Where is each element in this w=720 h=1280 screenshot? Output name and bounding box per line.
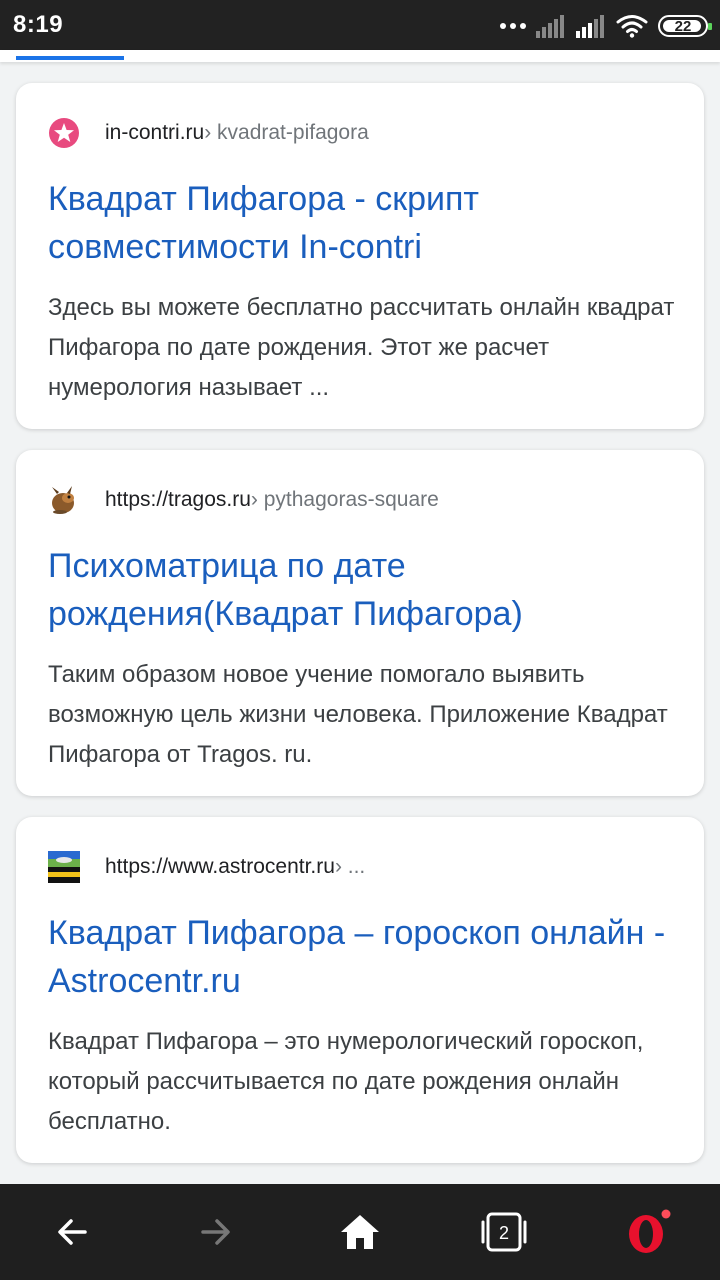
result-title-link[interactable]: Квадрат Пифагора - скрипт совместимости … (48, 175, 668, 271)
forward-button[interactable] (192, 1208, 240, 1256)
status-icons: 22 (500, 12, 712, 40)
arrow-right-icon (201, 1219, 230, 1245)
result-snippet: Квадрат Пифагора – это нумерологический … (48, 1028, 644, 1135)
arrow-left-icon (58, 1219, 87, 1245)
result-domain: https://tragos.ru (105, 488, 251, 511)
battery-level: 22 (674, 17, 692, 35)
result-source[interactable]: https://www.astrocentr.ru › ... (48, 851, 366, 883)
search-result-card[interactable]: https://www.astrocentr.ru › ... Квадрат … (16, 817, 704, 1163)
star-favicon-icon (48, 117, 80, 149)
battery-icon: 22 (658, 15, 712, 37)
tabs-count: 2 (499, 1223, 509, 1243)
wifi-icon (616, 15, 648, 38)
opera-logo-icon (629, 1209, 671, 1253)
result-breadcrumb: › kvadrat-pifagora (204, 121, 369, 144)
status-bar: 8:19 22 (0, 0, 720, 50)
signal-2-icon (576, 15, 604, 38)
result-source[interactable]: in-contri.ru › kvadrat-pifagora (48, 118, 369, 148)
home-button[interactable] (336, 1208, 384, 1256)
result-breadcrumb: › pythagoras-square (250, 488, 439, 511)
result-domain: https://www.astrocentr.ru (105, 855, 335, 878)
result-domain: in-contri.ru (105, 121, 205, 144)
result-snippet: Здесь вы можете бесплатно рассчитать онл… (48, 294, 675, 401)
home-icon (341, 1215, 379, 1249)
back-button[interactable] (48, 1208, 96, 1256)
goat-favicon-icon (48, 484, 80, 516)
notification-dots-icon (500, 23, 526, 29)
result-title-link[interactable]: Психоматрица по дате рождения(Квадрат Пи… (48, 542, 668, 638)
tabs-icon: 2 (481, 1212, 527, 1252)
active-tab-indicator (16, 56, 124, 60)
result-source[interactable]: https://tragos.ru › pythagoras-square (48, 485, 439, 515)
signal-1-icon (536, 15, 564, 38)
tabs-button[interactable]: 2 (480, 1208, 528, 1256)
opera-menu-button[interactable] (624, 1208, 672, 1256)
browser-nav-bar: 2 (0, 1184, 720, 1280)
search-result-card[interactable]: https://tragos.ru › pythagoras-square Пс… (16, 450, 704, 796)
search-result-card[interactable]: in-contri.ru › kvadrat-pifagora Квадрат … (16, 83, 704, 429)
result-snippet: Таким образом новое учение помогало выяв… (48, 661, 668, 768)
astrocentr-favicon-icon (48, 851, 80, 883)
status-time: 8:19 (13, 11, 64, 38)
result-breadcrumb: › ... (334, 855, 366, 878)
search-tabs-bar (0, 50, 720, 62)
result-title-link[interactable]: Квадрат Пифагора – гороскоп онлайн - Ast… (48, 909, 668, 1005)
